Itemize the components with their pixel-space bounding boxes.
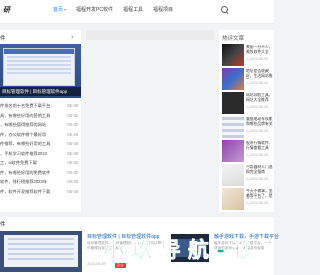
list-item[interactable]: ，有哪些值得推荐的网站 05-26 [0,120,81,130]
article-title: 弓箭器材入门选购完全指南 [246,165,273,174]
hot-article[interactable]: 股市行情软件，行情查看工具 2023-05-26 [222,140,273,164]
category-panel: 件 › 目标管理软件 | 目标管理软件app 件排名前十名免费下载平台 05-26… [0,30,81,212]
article-thumbnail [222,188,244,210]
list-item[interactable]: 件，办公软件哪个最好用 05-26 [0,130,81,140]
list-item[interactable]: 软件，排行榜推荐2023年 05-26 [0,177,81,187]
list-item[interactable]: 件推荐，有哪些好用的工具 05-26 [0,139,81,149]
article-thumbnail [222,140,244,162]
post-title[interactable]: 目标管理软件 | 目标管理软件app [87,233,159,240]
latest-posts-panel: 件 目标管理软件 | 目标管理软件app 目标管理软件，目标管理软件app，一款… [0,217,279,275]
article-title: 地址是否收藏好，生活网站推荐 [246,69,273,78]
post-excerpt: 目标管理软件，目标管理软件app，一款可以帮助你管理目标的工具软件 [87,241,165,250]
list-item[interactable]: 件，有哪些好用的免费软件 05-26 [0,168,81,178]
article-date: 2023-05-26 [246,129,268,133]
hot-article[interactable]: 地址是否收藏好，生活网站推荐 2023-05-24 [222,68,273,92]
hot-article[interactable]: 网站导航工具，网址大全推荐 2023-05-26 [222,92,273,116]
featured-image[interactable]: 目标管理软件 | 目标管理软件app [0,44,81,98]
article-date: 2023-05-26 [246,105,268,109]
article-title: 今天不做事，坐着等平台了，是要做好了业 [246,189,273,198]
site-logo[interactable]: 研 [3,5,10,15]
nav-item-pc-software[interactable]: 福程开发PC软件 [76,6,113,13]
section-title: 件 [0,222,6,228]
post-date: 2023-05-29 [87,262,106,266]
section-title: 热评文章 [222,36,245,42]
article-title: 股市行情软件，行情查看工具 [246,141,273,150]
hot-article[interactable]: 美丽一分不少，美妆软件大全 2023-05-30 [222,44,273,68]
list-item[interactable]: 工，ai软件免费下载 05-26 [0,158,81,168]
article-date: 2023-05-26 [246,177,268,181]
list-item[interactable]: 具，有哪些好用的营销工具 05-26 [0,111,81,121]
post-title[interactable]: 触手游戏下载，手游下载平台 [214,233,279,240]
main-nav: 首页▾ 福程开发PC软件 福程工具 福程项目 [53,6,173,13]
article-title: 网站导航工具，网址大全推荐 [246,93,273,102]
article-date: 2023-05-26 [246,153,268,157]
article-thumbnail [222,44,244,66]
article-thumbnail [222,164,244,186]
post-thumbnail[interactable] [171,234,209,262]
hot-articles-panel: 热评文章 美丽一分不少，美妆软件大全 2023-05-30 地址是否收藏好，生活… [219,30,274,212]
featured-caption: 目标管理软件 | 目标管理软件app [0,87,81,96]
article-title: 美丽一分不少，美妆软件大全 [246,45,273,54]
hot-article[interactable]: 弓箭器材入门选购完全指南 2023-05-26 [222,164,273,188]
search-icon[interactable] [221,6,229,14]
screenshot-thumbnail [3,48,75,86]
list-item[interactable]: ，手机学习软件推荐2023 05-26 [0,149,81,159]
list-item[interactable]: 件排名前十名免费下载平台 05-26 [0,101,81,111]
hot-article[interactable]: 今天不做事，坐着等平台了，是要做好了业 2023-05-26 [222,188,273,212]
nav-item-home[interactable]: 首页▾ [53,6,66,13]
list-item[interactable]: 件，软件开发推荐软件下载 05-26 [0,187,81,197]
article-thumbnail [222,92,244,114]
top-navbar: 研 首页▾ 福程开发PC软件 福程工具 福程项目 [0,0,274,24]
post-thumbnail[interactable] [0,231,82,272]
article-date: 2023-05-26 [246,201,268,205]
article-title: 魔镜电动车续航和哪些品牌有关 [246,117,273,126]
nav-item-tools[interactable]: 福程工具 [123,6,143,13]
chevron-right-icon[interactable]: › [71,34,73,41]
section-title: 件 [0,36,6,42]
chevron-down-icon: ▾ [64,7,67,12]
content-placeholder [86,30,214,40]
nav-item-projects[interactable]: 福程项目 [153,6,173,13]
hot-article[interactable]: 魔镜电动车续航和哪些品牌有关 2023-05-26 [222,116,273,140]
nav-item-label: 首页 [53,7,64,13]
article-date: 2023-05-30 [246,57,268,61]
article-thumbnail [222,116,244,138]
article-list: 件排名前十名免费下载平台 05-26 具，有哪些好用的营销工具 05-26 ，有哪些… [0,101,81,196]
article-thumbnail [222,68,244,90]
category-badge[interactable]: 办公 [115,263,126,268]
post-excerpt: 触手游戏下载，手游下载平台，一个好用的游戏平台，海量游戏免费 [214,241,272,250]
article-date: 2023-05-24 [246,81,268,85]
